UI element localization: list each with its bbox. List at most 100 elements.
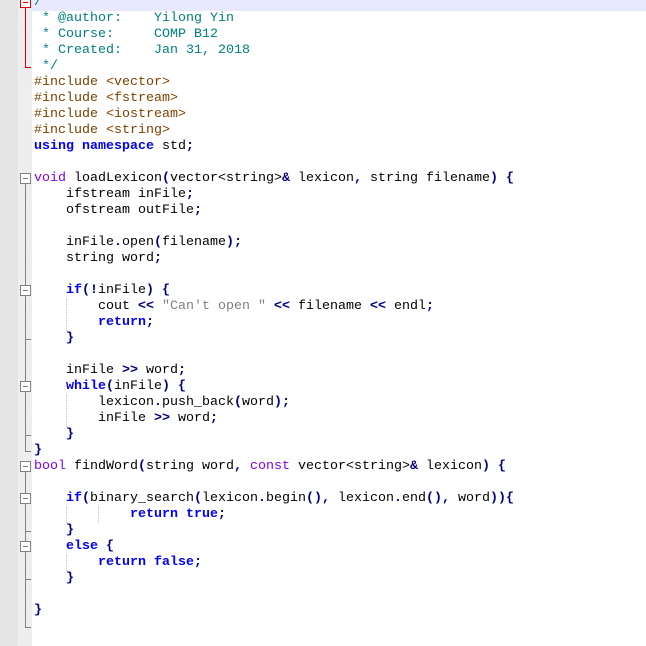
fold-line: [25, 6, 26, 67]
code-line[interactable]: return false;: [34, 555, 646, 571]
operator-token: }: [34, 603, 42, 618]
text-token: lexicon: [329, 491, 394, 506]
code-line[interactable]: [34, 155, 646, 171]
code-line[interactable]: cout << "Can't open " << filename << end…: [34, 299, 646, 315]
operator-token: ;: [194, 555, 202, 570]
fold-collapse-icon[interactable]: [20, 461, 31, 472]
code-line[interactable]: if(!inFile) {: [34, 283, 646, 299]
text-token: binary_search: [90, 491, 194, 506]
fold-collapse-icon[interactable]: [20, 541, 31, 552]
text-token: string word: [145, 459, 234, 474]
code-line[interactable]: */: [34, 59, 646, 75]
operator-token: (: [161, 171, 170, 186]
operator-token: .: [153, 395, 162, 410]
code-line[interactable]: #include <string>: [34, 123, 646, 139]
text-token: inFile: [34, 363, 122, 378]
text-token: loadLexicon: [66, 171, 162, 186]
code-editor[interactable]: /** * @author: Yilong Yin * Course: COMP…: [34, 0, 646, 635]
code-line[interactable]: * Course: COMP B12: [34, 27, 646, 43]
code-line[interactable]: [34, 619, 646, 635]
string-token: "Can't open ": [161, 299, 266, 314]
code-line[interactable]: return true;: [34, 507, 646, 523]
keyword-token: false: [154, 555, 194, 570]
code-line[interactable]: inFile >> word;: [34, 363, 646, 379]
operator-token: ;: [177, 363, 186, 378]
text-token: cout: [34, 299, 138, 314]
code-line[interactable]: #include <vector>: [34, 75, 646, 91]
preprocessor-token: #include <vector>: [34, 75, 170, 90]
code-line[interactable]: }: [34, 427, 646, 443]
text-token: word: [169, 411, 210, 426]
code-line[interactable]: lexicon.push_back(word);: [34, 395, 646, 411]
type-token: void: [34, 171, 66, 186]
line-number-margin: [0, 0, 18, 646]
code-line[interactable]: }: [34, 331, 646, 347]
operator-token: }: [66, 331, 74, 346]
code-line[interactable]: bool findWord(string word, const vector<…: [34, 459, 646, 475]
code-line[interactable]: using namespace std;: [34, 139, 646, 155]
fold-collapse-icon[interactable]: [20, 493, 31, 504]
operator-token: {: [505, 171, 514, 186]
code-line[interactable]: * Created: Jan 31, 2018: [34, 43, 646, 59]
code-line[interactable]: if(binary_search(lexicon.begin(), lexico…: [34, 491, 646, 507]
operator-token: ;: [209, 411, 218, 426]
operator-token: }: [66, 571, 74, 586]
code-line[interactable]: [34, 347, 646, 363]
fold-end-marker: [25, 451, 31, 452]
operator-token: (: [137, 459, 146, 474]
operator-token: >>: [153, 411, 170, 426]
code-line[interactable]: * @author: Yilong Yin: [34, 11, 646, 27]
operator-token: (!: [82, 283, 98, 298]
code-line[interactable]: inFile >> word;: [34, 411, 646, 427]
operator-token: (: [106, 379, 114, 394]
code-line[interactable]: inFile.open(filename);: [34, 235, 646, 251]
code-line[interactable]: void loadLexicon(vector<string>& lexicon…: [34, 171, 646, 187]
code-line[interactable]: [34, 587, 646, 603]
code-line[interactable]: [34, 475, 646, 491]
code-line[interactable]: [34, 267, 646, 283]
fold-collapse-icon[interactable]: [20, 0, 31, 8]
code-line[interactable]: else {: [34, 539, 646, 555]
operator-token: &: [409, 459, 418, 474]
keyword-token: using: [34, 139, 74, 154]
code-line[interactable]: [34, 219, 646, 235]
code-line[interactable]: }: [34, 603, 646, 619]
operator-token: <<: [273, 299, 290, 314]
code-line[interactable]: }: [34, 523, 646, 539]
operator-token: (: [193, 491, 202, 506]
operator-token: {: [178, 379, 186, 394]
code-line[interactable]: string word;: [34, 251, 646, 267]
code-line[interactable]: }: [34, 443, 646, 459]
code-line[interactable]: while(inFile) {: [34, 379, 646, 395]
operator-token: }: [66, 523, 74, 538]
code-line[interactable]: ofstream outFile;: [34, 203, 646, 219]
fold-collapse-icon[interactable]: [20, 173, 31, 184]
text-token: lexicon: [34, 395, 154, 410]
fold-collapse-icon[interactable]: [20, 381, 31, 392]
text-token: endl: [385, 299, 426, 314]
code-line[interactable]: #include <fstream>: [34, 91, 646, 107]
operator-token: &: [281, 171, 290, 186]
operator-token: ;: [185, 139, 194, 154]
operator-token: {: [106, 539, 114, 554]
operator-token: <<: [369, 299, 386, 314]
code-line[interactable]: /**: [34, 0, 646, 11]
code-line[interactable]: ifstream inFile;: [34, 187, 646, 203]
operator-token: (),: [305, 491, 330, 506]
fold-line: [25, 550, 26, 579]
operator-token: ,: [353, 171, 362, 186]
code-line[interactable]: return;: [34, 315, 646, 331]
operator-token: <<: [137, 299, 154, 314]
indent-guide: [66, 299, 67, 331]
fold-collapse-icon[interactable]: [20, 285, 31, 296]
code-line[interactable]: #include <iostream>: [34, 107, 646, 123]
indent-guide: [98, 507, 99, 523]
text-token: findWord: [66, 459, 138, 474]
code-line[interactable]: }: [34, 571, 646, 587]
operator-token: }: [34, 443, 42, 458]
